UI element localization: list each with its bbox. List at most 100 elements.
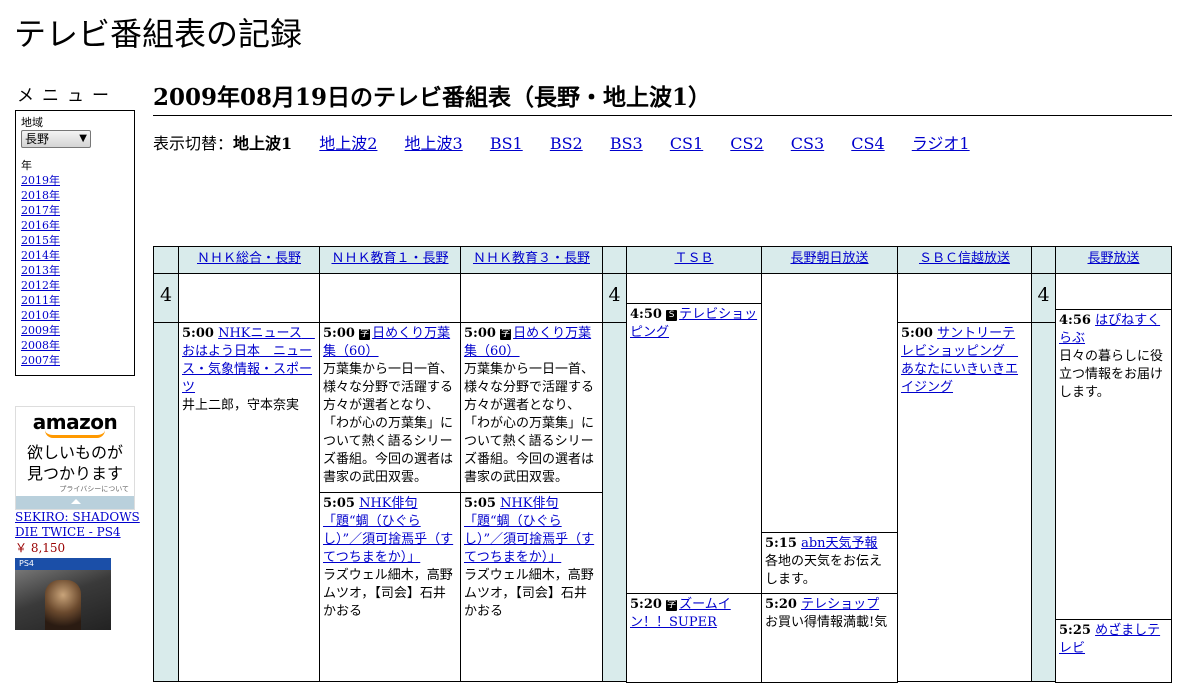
ps4-band: PS4 (15, 558, 111, 570)
hour-column-filler (1031, 322, 1056, 682)
program-description: 万葉集から一日一首、様々な分野で活躍する方々が選者となり、「わが心の万葉集」につ… (464, 362, 595, 485)
collapse-arrow-icon (71, 499, 81, 504)
channel-header-nhk-edu3: ＮＨＫ教育３・長野 (460, 246, 603, 274)
channel-link-nbs[interactable]: 長野放送 (1087, 251, 1139, 266)
switcher-tab-cs3[interactable]: CS3 (791, 134, 824, 153)
channel-link-nhk-edu1[interactable]: ＮＨＫ教育１・長野 (331, 251, 448, 266)
ad-product-title[interactable]: SEKIRO: SHADOWS DIE TWICE - PS4 (15, 510, 145, 540)
switcher-tab-bs3[interactable]: BS3 (610, 134, 643, 153)
switcher-tab-radio1[interactable]: ラジオ1 (912, 134, 970, 153)
hour-label: 4 (1031, 273, 1056, 323)
empty-slot (178, 273, 320, 323)
program-time: 5:00 (464, 326, 496, 341)
program-time: 4:56 (1059, 313, 1091, 328)
ad-text-line2: 見つかります (26, 464, 123, 483)
program-time: 5:05 (464, 496, 496, 511)
empty-slot (460, 273, 603, 323)
cover-figure (45, 580, 81, 630)
empty-slot (626, 273, 762, 304)
year-link-2015[interactable]: 2015年 (21, 234, 60, 247)
ad-product-image[interactable]: PS4 (15, 558, 111, 630)
year-link-2010[interactable]: 2010年 (21, 309, 60, 322)
program-grid: ＮＨＫ総合・長野 ＮＨＫ教育１・長野 ＮＨＫ教育３・長野 ＴＳＢ 長野朝日放送 … (153, 246, 1173, 683)
year-link-2014[interactable]: 2014年 (21, 249, 60, 262)
year-link-2009[interactable]: 2009年 (21, 324, 60, 337)
year-link-2008[interactable]: 2008年 (21, 339, 60, 352)
program-cell: 5:20 テレショップ お買い得情報満載!気 (761, 593, 898, 683)
ad-privacy-link[interactable]: プライバシーについて (16, 484, 134, 494)
hour-column-filler (602, 322, 627, 682)
channel-link-nhk-edu3[interactable]: ＮＨＫ教育３・長野 (473, 251, 590, 266)
hour-header-blank (602, 246, 627, 274)
year-label: 年 (21, 159, 32, 172)
amazon-ad-banner[interactable]: amazon 欲しいものが 見つかります プライバシーについて (15, 406, 135, 510)
empty-slot (897, 273, 1032, 323)
subtitle-icon: 字 (500, 329, 512, 340)
program-description: ラズウェル細木，高野ムツオ，【司会】石井かおる (464, 568, 594, 619)
stereo-icon: S (666, 310, 678, 321)
switcher-active-tab: 地上波1 (233, 134, 293, 153)
year-link-2019[interactable]: 2019年 (21, 174, 60, 187)
hour-header-blank (1031, 246, 1056, 274)
year-link-2011[interactable]: 2011年 (21, 294, 60, 307)
region-select-value: 長野 (25, 132, 50, 146)
channel-link-abn[interactable]: 長野朝日放送 (790, 251, 868, 266)
year-link-2017[interactable]: 2017年 (21, 204, 60, 217)
subtitle-icon: 字 (666, 600, 678, 611)
year-link-2012[interactable]: 2012年 (21, 279, 60, 292)
switcher-tab-chijo2[interactable]: 地上波2 (319, 134, 377, 153)
program-time: 5:05 (323, 496, 355, 511)
program-cell: 5:00 字日めくり万葉集（60） 万葉集から一日一首、様々な分野で活躍する方々… (319, 322, 461, 493)
program-cell: 5:05 NHK俳句「題“蜩（ひぐらし）”／須可捨焉乎（すてつちまをか）」 ラズ… (460, 492, 603, 682)
ad-collapse-bar[interactable] (16, 496, 134, 509)
switcher-tab-cs4[interactable]: CS4 (851, 134, 884, 153)
empty-slot (1055, 273, 1172, 310)
dropdown-arrow-icon: ▼ (79, 133, 87, 144)
program-time: 4:50 (630, 307, 662, 322)
program-title-link[interactable]: テレショップ (801, 597, 879, 612)
program-time: 5:00 (182, 326, 214, 341)
program-description: ラズウェル細木，高野ムツオ，【司会】石井かおる (323, 568, 453, 619)
region-select[interactable]: 長野 ▼ (21, 130, 91, 148)
page-heading: 2009年08月19日のテレビ番組表（長野・地上波1） (153, 84, 1172, 116)
channel-header-sbc: ＳＢＣ信越放送 (897, 246, 1032, 274)
program-title-link[interactable]: abn天気予報 (801, 536, 877, 551)
empty-slot (319, 273, 461, 323)
program-cell: 5:25 めざましテレビ (1055, 619, 1172, 683)
channel-header-tsb: ＴＳＢ (626, 246, 762, 274)
program-time: 5:00 (901, 326, 933, 341)
year-link-2013[interactable]: 2013年 (21, 264, 60, 277)
ad-text-line1: 欲しいものが (26, 443, 123, 462)
switcher-tab-cs2[interactable]: CS2 (730, 134, 763, 153)
sidebar-menu: 地域 長野 ▼ 年 2019年 2018年 2017年 2016年 2015年 … (15, 110, 135, 376)
switcher-tab-chijo3[interactable]: 地上波3 (405, 134, 463, 153)
switcher-tab-bs1[interactable]: BS1 (490, 134, 523, 153)
hour-label: 4 (153, 273, 179, 323)
program-cell: 5:15 abn天気予報 各地の天気をお伝えします。 (761, 532, 898, 594)
year-list: 2019年 2018年 2017年 2016年 2015年 2014年 2013… (21, 173, 129, 368)
program-cell: 5:20 字ズームイン！！SUPER (626, 593, 762, 683)
year-link-2018[interactable]: 2018年 (21, 189, 60, 202)
channel-link-nhk-sogo[interactable]: ＮＨＫ総合・長野 (197, 251, 301, 266)
switcher-tab-cs1[interactable]: CS1 (670, 134, 703, 153)
program-cell: 4:50 S テレビショッピング (626, 303, 762, 594)
program-time: 5:20 (765, 597, 797, 612)
program-description: お買い得情報満載!気 (765, 615, 888, 630)
year-link-2007[interactable]: 2007年 (21, 354, 60, 367)
channel-header-abn: 長野朝日放送 (761, 246, 898, 274)
program-description: 各地の天気をお伝えします。 (765, 554, 883, 587)
hour-column-filler (153, 322, 179, 682)
year-link-2016[interactable]: 2016年 (21, 219, 60, 232)
program-cell: 4:56 はぴねすくらぶ 日々の暮らしに役立つ情報をお届けします。 (1055, 309, 1172, 620)
channel-link-sbc[interactable]: ＳＢＣ信越放送 (919, 251, 1010, 266)
program-time: 5:25 (1059, 623, 1091, 638)
channel-link-tsb[interactable]: ＴＳＢ (674, 251, 713, 266)
program-description: 井上二郎，守本奈実 (182, 398, 300, 413)
site-title: テレビ番組表の記録 (14, 15, 303, 53)
amazon-logo: amazon (32, 410, 118, 434)
channel-header-nhk-sogo: ＮＨＫ総合・長野 (178, 246, 320, 274)
channel-switcher: 表示切替：地上波1 地上波2 地上波3 BS1 BS2 BS3 CS1 CS2 … (153, 134, 992, 154)
hour-label: 4 (602, 273, 627, 323)
switcher-tab-bs2[interactable]: BS2 (550, 134, 583, 153)
program-cell: 5:00 NHKニュース おはよう日本 ニュース・気象情報・スポーツ 井上二郎，… (178, 322, 320, 682)
